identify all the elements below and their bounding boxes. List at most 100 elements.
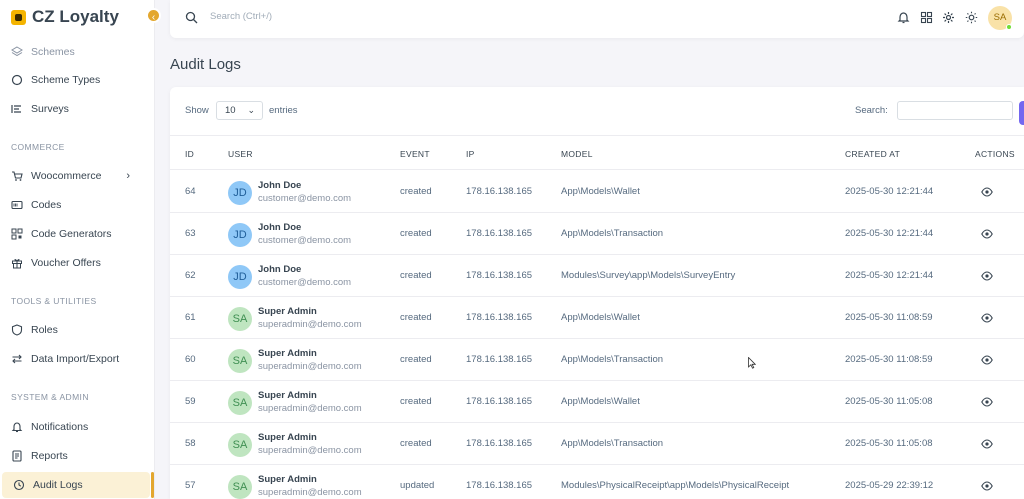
- cart-icon: [11, 170, 23, 182]
- sidebar-item-label: Audit Logs: [33, 479, 83, 491]
- column-header-event[interactable]: EVENT: [400, 149, 430, 159]
- cell-event: updated: [400, 480, 435, 491]
- eye-icon[interactable]: [981, 312, 993, 324]
- cell-event: created: [400, 438, 432, 449]
- user-email: superadmin@demo.com: [258, 361, 362, 372]
- sidebar-item-label: Code Generators: [31, 228, 112, 240]
- cell-ip: 178.16.138.165: [466, 396, 533, 407]
- sidebar-item-voucher-offers[interactable]: Voucher Offers: [0, 250, 150, 276]
- section-commerce: COMMERCE: [11, 142, 65, 152]
- table-search-input[interactable]: [897, 101, 1013, 120]
- avatar: JD: [228, 223, 252, 247]
- show-label: Show: [185, 105, 209, 116]
- cell-id: 59: [185, 396, 196, 407]
- audit-logs-card: Show 10 ⌄ entries Search: ID USER EVENT …: [170, 87, 1024, 499]
- collapse-sidebar-button[interactable]: ‹: [146, 8, 161, 23]
- table-row: 58 SA Super Admin superadmin@demo.com create…: [170, 423, 1024, 465]
- cell-created-at: 2025-05-30 11:05:08: [845, 396, 933, 407]
- sidebar-item-scheme-types[interactable]: Scheme Types: [0, 67, 150, 93]
- gear-icon[interactable]: [942, 11, 955, 24]
- circle-icon: [11, 74, 23, 86]
- user-name: Super Admin: [258, 432, 317, 443]
- column-header-created-at[interactable]: CREATED AT: [845, 149, 900, 159]
- cell-ip: 178.16.138.165: [466, 480, 533, 491]
- section-system: SYSTEM & ADMIN: [11, 392, 89, 402]
- brand[interactable]: CZ Loyalty: [11, 6, 119, 28]
- sidebar-item-schemes[interactable]: Schemes: [0, 39, 150, 65]
- action-button[interactable]: [1019, 101, 1024, 125]
- sidebar-item-surveys[interactable]: Surveys: [0, 96, 150, 122]
- cell-ip: 178.16.138.165: [466, 186, 533, 197]
- search-icon[interactable]: [185, 11, 198, 24]
- sidebar-item-reports[interactable]: Reports: [0, 443, 150, 469]
- apps-grid-icon[interactable]: [920, 11, 933, 24]
- avatar: JD: [228, 265, 252, 289]
- eye-icon[interactable]: [981, 186, 993, 198]
- sidebar-item-woocommerce[interactable]: Woocommerce ›: [0, 163, 150, 189]
- cell-event: created: [400, 312, 432, 323]
- avatar: SA: [228, 307, 252, 331]
- user-email: superadmin@demo.com: [258, 487, 362, 498]
- cell-event: created: [400, 186, 432, 197]
- cell-model: App\Models\Transaction: [561, 228, 664, 239]
- sidebar-item-codes[interactable]: Codes: [0, 192, 150, 218]
- eye-icon[interactable]: [981, 396, 993, 408]
- user-name: John Doe: [258, 222, 302, 233]
- column-header-model[interactable]: MODEL: [561, 149, 593, 159]
- bell-icon: [11, 421, 23, 433]
- sidebar-item-label: Codes: [31, 199, 62, 211]
- list-icon: [11, 103, 23, 115]
- column-header-ip[interactable]: IP: [466, 149, 475, 159]
- sidebar-item-label: Roles: [31, 324, 58, 336]
- avatar: SA: [228, 349, 252, 373]
- user-email: superadmin@demo.com: [258, 445, 362, 456]
- entries-select[interactable]: 10 ⌄: [216, 101, 263, 120]
- sidebar-item-notifications[interactable]: Notifications: [0, 414, 150, 440]
- user-name: Super Admin: [258, 306, 317, 317]
- cell-model: App\Models\Transaction: [561, 354, 664, 365]
- table-row: 62 JD John Doe customer@demo.com created 178.…: [170, 255, 1024, 297]
- bell-icon[interactable]: [897, 11, 910, 24]
- search-input[interactable]: Search (Ctrl+/): [210, 11, 272, 22]
- cell-ip: 178.16.138.165: [466, 438, 533, 449]
- table-row: 63 JD John Doe customer@demo.com created 178.…: [170, 213, 1024, 255]
- sidebar-item-label: Woocommerce: [31, 170, 102, 182]
- column-header-id[interactable]: ID: [185, 149, 194, 159]
- cell-ip: 178.16.138.165: [466, 228, 533, 239]
- cell-id: 62: [185, 270, 196, 281]
- cell-created-at: 2025-05-30 11:08:59: [845, 354, 933, 365]
- history-icon: [13, 479, 25, 491]
- sidebar-item-roles[interactable]: Roles: [0, 317, 150, 343]
- sun-icon[interactable]: [965, 11, 978, 24]
- sidebar-item-code-generators[interactable]: Code Generators: [0, 221, 150, 247]
- table-search-label: Search:: [855, 105, 888, 116]
- avatar: JD: [228, 181, 252, 205]
- user-name: Super Admin: [258, 474, 317, 485]
- eye-icon[interactable]: [981, 438, 993, 450]
- table-row: 64 JD John Doe customer@demo.com created 178.…: [170, 171, 1024, 213]
- user-email: customer@demo.com: [258, 235, 352, 246]
- topbar: Search (Ctrl+/) SA: [170, 0, 1024, 38]
- avatar: SA: [228, 475, 252, 499]
- section-tools: TOOLS & UTILITIES: [11, 296, 97, 306]
- cell-event: created: [400, 270, 432, 281]
- cell-id: 57: [185, 480, 196, 491]
- sidebar-item-data-import-export[interactable]: Data Import/Export: [0, 346, 150, 372]
- sidebar-item-audit-logs[interactable]: Audit Logs: [2, 472, 150, 498]
- chevron-down-icon: ⌄: [247, 105, 255, 115]
- eye-icon[interactable]: [981, 228, 993, 240]
- table-row: 61 SA Super Admin superadmin@demo.com create…: [170, 297, 1024, 339]
- column-header-user[interactable]: USER: [228, 149, 253, 159]
- eye-icon[interactable]: [981, 270, 993, 282]
- cell-created-at: 2025-05-30 11:05:08: [845, 438, 933, 449]
- eye-icon[interactable]: [981, 354, 993, 366]
- shield-icon: [11, 324, 23, 336]
- cell-ip: 178.16.138.165: [466, 312, 533, 323]
- transfer-icon: [11, 353, 23, 365]
- cell-model: Modules\PhysicalReceipt\app\Models\Physi…: [561, 480, 790, 491]
- brand-logo: [11, 9, 26, 25]
- sidebar-item-label: Notifications: [31, 421, 89, 433]
- eye-icon[interactable]: [981, 480, 993, 492]
- sidebar-item-label: Reports: [31, 450, 68, 462]
- sidebar-item-label: Schemes: [31, 46, 75, 58]
